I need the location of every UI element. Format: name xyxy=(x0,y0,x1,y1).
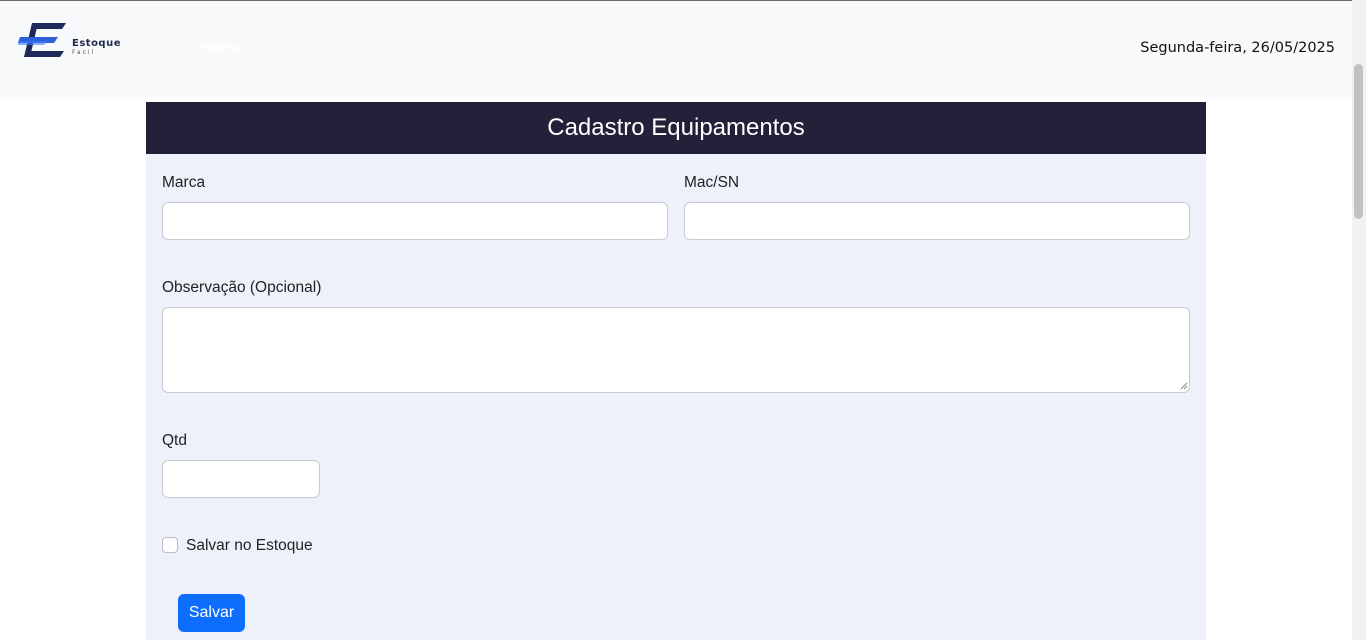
save-button[interactable]: Salvar xyxy=(178,594,245,632)
form-title: Cadastro Equipamentos xyxy=(547,114,805,141)
form-header: Cadastro Equipamentos xyxy=(146,102,1206,154)
resize-handle-icon[interactable] xyxy=(1180,382,1188,390)
current-date: Segunda-feira, 26/05/2025 xyxy=(1140,40,1335,56)
logo-text-secondary: Facil xyxy=(72,49,96,56)
marca-label: Marca xyxy=(162,174,206,191)
nav-home-link[interactable]: Home xyxy=(200,40,243,58)
qtd-label: Qtd xyxy=(162,432,187,449)
macsn-label: Mac/SN xyxy=(684,174,740,191)
macsn-input[interactable] xyxy=(684,202,1190,240)
qtd-input[interactable] xyxy=(162,460,320,498)
brand-logo[interactable]: Estoque Facil xyxy=(18,21,134,61)
observacao-label: Observação (Opcional) xyxy=(162,279,322,296)
logo-text-primary: Estoque xyxy=(72,38,121,49)
save-stock-checkbox[interactable] xyxy=(162,537,178,553)
page: Estoque Facil Home Segunda-feira, 26/05/… xyxy=(0,0,1366,640)
observacao-textarea[interactable] xyxy=(162,307,1190,393)
save-stock-label[interactable]: Salvar no Estoque xyxy=(186,537,313,555)
navbar: Estoque Facil Home Segunda-feira, 26/05/… xyxy=(0,1,1352,97)
scrollbar-thumb[interactable] xyxy=(1354,64,1363,219)
marca-input[interactable] xyxy=(162,202,668,240)
